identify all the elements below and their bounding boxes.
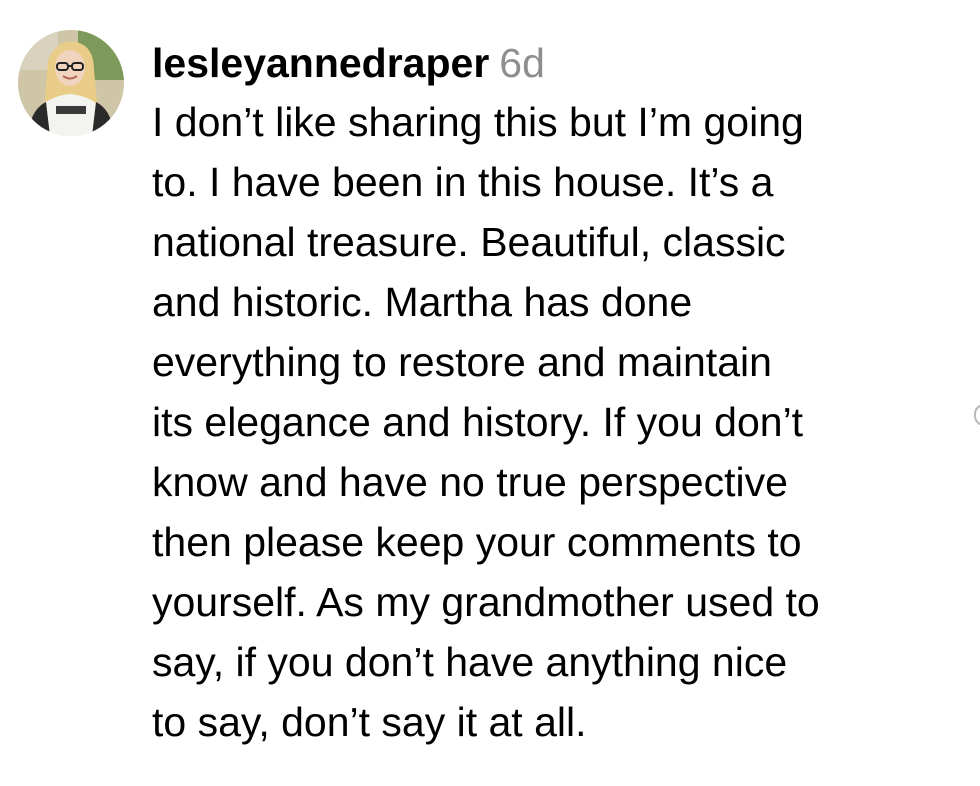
comment-text-line: its elegance and history. If you don’t — [152, 399, 804, 445]
avatar[interactable] — [18, 30, 124, 136]
comment-text-line: everything to restore and maintain — [152, 339, 772, 385]
comment-text-line: then please keep your comments to — [152, 519, 802, 565]
comment: lesleyannedraper 6d I don’t like sharing … — [0, 0, 980, 786]
comment-text: I don’t like sharing this but I’m going … — [152, 92, 952, 752]
like-heart-icon[interactable] — [974, 404, 980, 426]
timestamp[interactable]: 6d — [499, 40, 545, 86]
comment-text-line: say, if you don’t have anything nice — [152, 639, 788, 685]
comment-text-line: I don’t like sharing this but I’m going — [152, 99, 804, 145]
comment-text-line: to. I have been in this house. It’s a — [152, 159, 774, 205]
avatar-photo-icon — [18, 30, 124, 136]
comment-text-line: and historic. Martha has done — [152, 279, 693, 325]
comment-text-line: national treasure. Beautiful, classic — [152, 219, 786, 265]
comment-body: lesleyannedraper 6d I don’t like sharing … — [152, 34, 952, 752]
comment-text-line: know and have no true perspective — [152, 459, 788, 505]
username-link[interactable]: lesleyannedraper — [152, 40, 489, 86]
comment-text-line: yourself. As my grandmother used to — [152, 579, 820, 625]
comment-header: lesleyannedraper 6d — [152, 34, 952, 92]
comment-text-line: to say, don’t say it at all. — [152, 699, 587, 745]
